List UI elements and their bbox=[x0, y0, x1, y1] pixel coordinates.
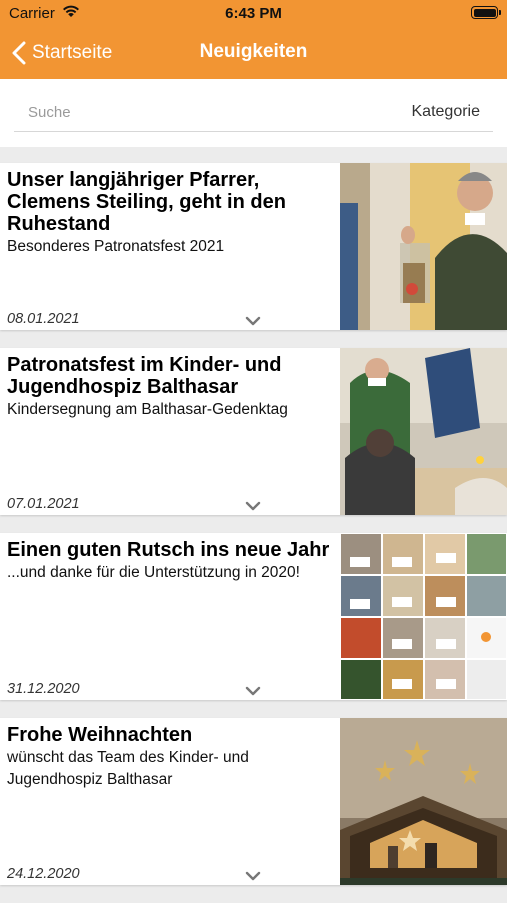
status-bar: Carrier 6:43 PM bbox=[0, 0, 507, 28]
battery-icon bbox=[471, 6, 501, 19]
news-title: Frohe Weihnachten bbox=[7, 724, 193, 746]
news-title: Patronatsfest im Kinder- und Jugendhospi… bbox=[7, 354, 282, 398]
back-button[interactable]: Startseite bbox=[12, 38, 112, 68]
chevron-left-icon bbox=[12, 41, 26, 65]
news-subtitle: ...und danke für die Unterstützung in 20… bbox=[7, 564, 300, 581]
news-image bbox=[340, 348, 507, 515]
news-title: Unser langjähriger Pfarrer, Clemens Stei… bbox=[7, 169, 286, 235]
news-date: 24.12.2020 bbox=[7, 866, 80, 882]
search-bar: Kategorie bbox=[0, 79, 507, 147]
news-subtitle: Kindersegnung am Balthasar-Gedenktag bbox=[7, 401, 288, 418]
news-image bbox=[340, 533, 507, 700]
news-date: 08.01.2021 bbox=[7, 311, 80, 327]
news-card[interactable]: Patronatsfest im Kinder- und Jugendhospi… bbox=[0, 348, 507, 515]
chevron-down-icon[interactable] bbox=[245, 868, 261, 886]
news-image bbox=[340, 163, 507, 330]
news-image bbox=[340, 718, 507, 885]
chevron-down-icon[interactable] bbox=[245, 498, 261, 516]
category-filter-button[interactable]: Kategorie bbox=[412, 103, 481, 121]
news-list: Unser langjähriger Pfarrer, Clemens Stei… bbox=[0, 163, 507, 903]
clock: 6:43 PM bbox=[225, 5, 282, 22]
news-date: 31.12.2020 bbox=[7, 681, 80, 697]
news-subtitle: wünscht das Team des Kinder- und Jugendh… bbox=[7, 749, 249, 788]
back-button-label: Startseite bbox=[32, 42, 113, 63]
chevron-down-icon[interactable] bbox=[245, 313, 261, 331]
news-subtitle: Besonderes Patronatsfest 2021 bbox=[7, 238, 225, 255]
search-input[interactable] bbox=[14, 97, 342, 127]
news-card[interactable]: Unser langjähriger Pfarrer, Clemens Stei… bbox=[0, 163, 507, 330]
news-date: 07.01.2021 bbox=[7, 496, 80, 512]
news-card[interactable]: Frohe Weihnachten wünscht das Team des K… bbox=[0, 718, 507, 885]
navigation-bar: Startseite Neuigkeiten bbox=[0, 28, 507, 79]
news-card[interactable]: Einen guten Rutsch ins neue Jahr ...und … bbox=[0, 533, 507, 700]
news-title: Einen guten Rutsch ins neue Jahr bbox=[7, 539, 330, 561]
chevron-down-icon[interactable] bbox=[245, 683, 261, 701]
search-divider bbox=[14, 131, 493, 132]
